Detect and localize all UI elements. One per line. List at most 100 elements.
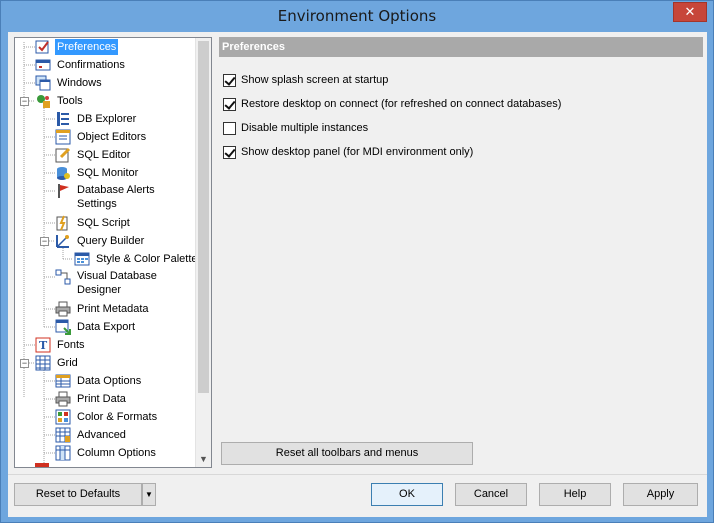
scroll-down-arrow-icon[interactable]: ▼ — [199, 454, 208, 464]
tree-item-label: Print Data — [77, 393, 126, 405]
option-restore-desktop[interactable]: Restore desktop on connect (for refreshe… — [223, 96, 561, 112]
tree-item-data-options[interactable]: Data Options — [55, 372, 143, 390]
sql-script-icon — [55, 215, 71, 231]
panel-header: Preferences — [219, 37, 703, 57]
window-title: Environment Options — [277, 7, 437, 25]
reset-defaults-dropdown[interactable]: ▼ — [142, 483, 156, 506]
tree-item-label: SQL Editor — [77, 149, 131, 161]
tree-item-sql-script[interactable]: SQL Script — [55, 214, 132, 232]
close-icon: ✕ — [684, 4, 696, 19]
visual-database-designer-icon — [55, 269, 71, 285]
show-splash-checkbox[interactable] — [223, 73, 236, 87]
tree-item-style-color-palette[interactable]: Style & Color Palette — [74, 250, 200, 268]
advanced-icon — [55, 427, 71, 443]
tree-item-label: Color & Formats — [77, 411, 158, 423]
database-alerts-icon — [55, 183, 71, 199]
color-formats-icon — [55, 409, 71, 425]
fonts-icon: T — [35, 337, 51, 353]
tree-item-label: Object Editors — [77, 131, 147, 143]
show-desktop-panel-checkbox[interactable] — [223, 145, 236, 159]
sql-editor-icon — [55, 147, 71, 163]
preferences-icon — [35, 39, 51, 55]
tree-item-object-editors[interactable]: Object Editors — [55, 128, 148, 146]
restore-desktop-checkbox[interactable] — [223, 97, 236, 111]
tree-item-label: Database Alerts Settings — [77, 184, 155, 210]
tree-item-color-formats[interactable]: Color & Formats — [55, 408, 159, 426]
tree-item-visual-database-designer[interactable]: Visual Database Designer — [55, 269, 159, 299]
minus-icon: − — [41, 236, 48, 246]
partially-hidden-tree-item-icon — [35, 463, 49, 467]
tree-item-label: SQL Script — [77, 217, 130, 229]
object-editors-icon — [55, 129, 71, 145]
tree-item-label: DB Explorer — [77, 113, 137, 125]
tree-item-database-alerts-settings[interactable]: Database Alerts Settings — [55, 183, 157, 213]
tree-item-query-builder[interactable]: Query Builder — [55, 232, 146, 250]
tree-item-label: Tools — [57, 95, 83, 107]
help-button[interactable]: Help — [539, 483, 611, 506]
column-options-icon — [55, 445, 71, 461]
print-metadata-icon — [55, 301, 71, 317]
tree-item-fonts[interactable]: T Fonts — [35, 336, 87, 354]
tools-icon — [35, 93, 51, 109]
tree-item-label: Grid — [57, 357, 78, 369]
close-button[interactable]: ✕ — [673, 2, 707, 22]
tree-item-label: Confirmations — [57, 59, 125, 71]
title-bar[interactable]: Environment Options ✕ — [1, 1, 713, 32]
tree-item-preferences[interactable]: Preferences — [35, 38, 119, 56]
tree-item-data-export[interactable]: Data Export — [55, 318, 137, 336]
tree-item-label: Fonts — [57, 339, 85, 351]
tree-item-tools[interactable]: Tools — [35, 92, 85, 110]
tree-item-label: Advanced — [77, 429, 126, 441]
tree-item-label: Data Options — [77, 375, 142, 387]
tools-collapse-toggle[interactable]: − — [20, 97, 29, 106]
minus-icon: − — [21, 96, 28, 106]
tree-item-label: SQL Monitor — [77, 167, 139, 179]
option-show-splash[interactable]: Show splash screen at startup — [223, 72, 388, 88]
tree-item-advanced[interactable]: Advanced — [55, 426, 128, 444]
option-label: Restore desktop on connect (for refreshe… — [241, 98, 562, 110]
tree-item-label: Query Builder — [77, 235, 145, 247]
cancel-button[interactable]: Cancel — [455, 483, 527, 506]
option-show-desktop-panel[interactable]: Show desktop panel (for MDI environment … — [223, 144, 473, 160]
tree-item-label: Column Options — [77, 447, 156, 459]
tree-item-print-metadata[interactable]: Print Metadata — [55, 300, 151, 318]
tree-item-sql-monitor[interactable]: SQL Monitor — [55, 164, 140, 182]
option-disable-multiple-instances[interactable]: Disable multiple instances — [223, 120, 368, 136]
sql-monitor-icon — [55, 165, 71, 181]
tree-item-print-data[interactable]: Print Data — [55, 390, 128, 408]
preferences-panel: Preferences Show splash screen at startu… — [219, 37, 703, 468]
ok-button[interactable]: OK — [371, 483, 443, 506]
grid-icon — [35, 355, 51, 371]
disable-multiple-instances-checkbox[interactable] — [223, 121, 236, 135]
tree-item-confirmations[interactable]: Confirmations — [35, 56, 127, 74]
tree-item-db-explorer[interactable]: DB Explorer — [55, 110, 138, 128]
confirmations-icon — [35, 57, 51, 73]
tree-item-windows[interactable]: Windows — [35, 74, 104, 92]
reset-toolbars-button[interactable]: Reset all toolbars and menus — [221, 442, 473, 465]
db-explorer-icon — [55, 111, 71, 127]
tree-item-label: Preferences — [55, 39, 119, 55]
data-options-icon — [55, 373, 71, 389]
query-builder-icon — [55, 233, 71, 249]
reset-to-defaults-button[interactable]: Reset to Defaults — [14, 483, 142, 506]
chevron-down-icon: ▼ — [145, 490, 153, 499]
tree-scrollbar[interactable]: ▼ — [195, 38, 211, 467]
options-tree[interactable]: − − − Preferences Confirmations Windows … — [14, 37, 212, 468]
svg-text:T: T — [39, 339, 48, 352]
footer-separator — [8, 474, 707, 475]
tree-item-label: Data Export — [77, 321, 136, 333]
option-label: Show desktop panel (for MDI environment … — [241, 146, 474, 158]
tree-scroll-thumb[interactable] — [198, 41, 209, 393]
tree-item-label: Visual Database Designer — [77, 270, 157, 296]
data-export-icon — [55, 319, 71, 335]
apply-button[interactable]: Apply — [623, 483, 698, 506]
windows-icon — [35, 75, 51, 91]
tree-item-label: Print Metadata — [77, 303, 149, 315]
option-label: Disable multiple instances — [241, 122, 369, 134]
tree-item-sql-editor[interactable]: SQL Editor — [55, 146, 132, 164]
option-label: Show splash screen at startup — [241, 74, 389, 86]
query-builder-collapse-toggle[interactable]: − — [40, 237, 49, 246]
grid-collapse-toggle[interactable]: − — [20, 359, 29, 368]
tree-item-column-options[interactable]: Column Options — [55, 444, 158, 462]
tree-item-grid[interactable]: Grid — [35, 354, 80, 372]
